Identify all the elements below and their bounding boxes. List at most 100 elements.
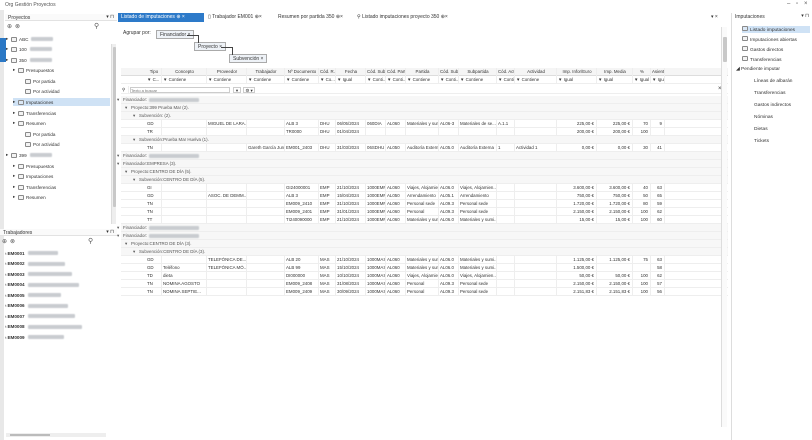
tab-trabajador[interactable]: ▯ Trabajador EM001 ⊕× bbox=[205, 13, 275, 22]
collapse-icon[interactable]: ▾ bbox=[133, 176, 135, 184]
menu-item[interactable]: Nóminas bbox=[754, 115, 773, 120]
filter-cell[interactable]: ▼ Contiene bbox=[459, 76, 497, 84]
workers-hscrollbar[interactable] bbox=[6, 433, 106, 437]
close-icon[interactable]: × bbox=[261, 56, 264, 62]
data-row[interactable]: TD dieta DI000000 MAS 10/10/2024 1000MAS AL060… bbox=[121, 272, 728, 280]
data-row[interactable]: TN NOMINA AGOSTO EM009_2408 MAS 31/08/2024 10… bbox=[121, 280, 728, 288]
column-header[interactable]: Trabajador bbox=[247, 68, 285, 76]
column-header[interactable]: Concepto bbox=[162, 68, 207, 76]
worker-item[interactable]: ♁ EM0008 bbox=[4, 323, 104, 331]
worker-item[interactable]: ♁ EM0003 bbox=[4, 270, 104, 278]
tree-node[interactable]: ▸ Imputaciones bbox=[13, 172, 110, 180]
worker-item[interactable]: ♁ EM0002 bbox=[4, 260, 104, 268]
column-header[interactable]: Imp. Media bbox=[597, 68, 633, 76]
filter-cell[interactable]: ▼ Contiene bbox=[247, 76, 285, 84]
tree-node[interactable]: Por actividad bbox=[20, 87, 110, 95]
expand-icon[interactable]: ⊕ bbox=[7, 23, 12, 30]
projects-scrollbar[interactable] bbox=[111, 44, 116, 224]
column-header[interactable]: % bbox=[633, 68, 651, 76]
menu-item[interactable]: Gastos directos bbox=[742, 46, 810, 53]
collapse-icon[interactable]: ▾ bbox=[133, 112, 135, 120]
collapse-icon[interactable]: ▾ bbox=[117, 152, 119, 160]
data-row[interactable]: TN EM009_2401 EMP 31/01/2024 1000EMP AL060 Per… bbox=[121, 208, 728, 216]
column-header[interactable]: Cód. Subv. bbox=[366, 68, 386, 76]
menu-group[interactable]: ◢ Pendiente imputar bbox=[736, 67, 780, 72]
column-header[interactable]: Subpartida bbox=[459, 68, 497, 76]
collapse-icon[interactable]: ▾ bbox=[125, 168, 127, 176]
pin-icon[interactable]: ▾ ⊓ bbox=[106, 14, 114, 20]
data-row[interactable]: GD MIGUEL DE LARA... ALB 3 DHU 06/05/2024 060… bbox=[121, 120, 728, 128]
menu-item[interactable]: Dietas bbox=[754, 127, 768, 132]
collapse-icon[interactable]: ⊗ bbox=[10, 238, 15, 245]
maximize-icon[interactable]: ▫ bbox=[796, 1, 798, 7]
group-row[interactable]: ▾ Financiador: bbox=[117, 152, 728, 160]
worker-item[interactable]: ♁ EM0009 bbox=[4, 333, 104, 341]
column-header[interactable]: Cód. Part... bbox=[386, 68, 406, 76]
tree-node[interactable]: ▸ Resumen bbox=[13, 193, 110, 201]
filter-cell[interactable]: ▼ Contiene bbox=[515, 76, 557, 84]
tree-node[interactable]: ▸ Imputaciones bbox=[13, 98, 110, 106]
column-header[interactable]: Nº Documento bbox=[285, 68, 319, 76]
tree-node[interactable]: ▸ Transferencias bbox=[13, 183, 110, 191]
filter-cell[interactable]: ▼ Conti... bbox=[386, 76, 406, 84]
column-header[interactable]: Cód. Acti... bbox=[497, 68, 515, 76]
filter-cell[interactable]: ▼ Igual bbox=[597, 76, 633, 84]
worker-item[interactable]: ♁ EM0004 bbox=[4, 281, 104, 289]
menu-item[interactable]: Líneas de albarán bbox=[754, 79, 792, 84]
column-header[interactable]: Fecha bbox=[336, 68, 366, 76]
group-row[interactable]: ▾ Proyecto:399 Prueba Mar (2). bbox=[121, 104, 728, 112]
grid-scrollbar[interactable] bbox=[721, 27, 727, 427]
tree-node[interactable]: ▸ Presupuestos bbox=[13, 66, 110, 74]
menu-item[interactable]: Listado imputaciones bbox=[742, 26, 810, 33]
collapse-icon[interactable]: ▾ bbox=[125, 104, 127, 112]
worker-item[interactable]: ♁ EM0001 bbox=[4, 249, 104, 257]
filter-cell[interactable]: ▼ Igual bbox=[336, 76, 366, 84]
group-row[interactable]: ▾ Financiador: bbox=[117, 96, 728, 104]
tree-node[interactable]: ▸ 350 bbox=[6, 56, 110, 64]
data-row[interactable]: GD Teléfono TELEFÓNICA MÓ... ALB 99 MAS 15/10… bbox=[121, 264, 728, 272]
options-button[interactable]: ⚙ ▾ bbox=[243, 87, 255, 93]
tree-node[interactable]: ▸ Presupuestos bbox=[13, 162, 110, 170]
search-input[interactable] bbox=[130, 87, 230, 93]
tree-node[interactable]: ▸ ABC bbox=[6, 35, 110, 43]
collapse-icon[interactable]: ▾ bbox=[117, 96, 119, 104]
tab-resumen-partida[interactable]: Resumen por partida 350 ⊕× bbox=[275, 13, 355, 22]
filter-cell[interactable]: ▼ Igual bbox=[557, 76, 597, 84]
tab-listado-imputaciones[interactable]: Listado de imputaciones ⊕ × bbox=[118, 13, 204, 22]
column-header[interactable]: Cód. R... bbox=[319, 68, 336, 76]
collapse-icon[interactable]: ▾ bbox=[125, 240, 127, 248]
filter-cell[interactable]: ▼ Igual bbox=[633, 76, 651, 84]
search-icon[interactable]: ⚲ bbox=[88, 237, 93, 245]
group-row[interactable]: ▾ Subvención:CENTRO DE DÍA (5). bbox=[121, 176, 728, 184]
tab-menu-icon[interactable]: ▾ × bbox=[708, 13, 726, 22]
filter-cell[interactable]: ▼ Contiene bbox=[406, 76, 439, 84]
menu-item[interactable]: Imputaciones abiertas bbox=[742, 36, 810, 43]
column-header[interactable]: Cód. Sub... bbox=[439, 68, 459, 76]
filter-cell[interactable]: ▼ Conti... bbox=[439, 76, 459, 84]
worker-item[interactable]: ♁ EM0006 bbox=[4, 302, 104, 310]
worker-item[interactable]: ♁ EM0005 bbox=[4, 291, 104, 299]
filter-cell[interactable]: ▼ Contiene bbox=[207, 76, 247, 84]
column-header[interactable]: Proveedor bbox=[207, 68, 247, 76]
tree-node[interactable]: Por partida bbox=[20, 130, 110, 138]
pin-icon[interactable]: ▾ ⊓ bbox=[106, 229, 114, 235]
tree-node[interactable]: ▸ Transferencias bbox=[13, 109, 110, 117]
close-icon[interactable]: × bbox=[182, 14, 185, 20]
filter-cell[interactable]: ▼ Conti... bbox=[497, 76, 515, 84]
close-icon[interactable]: ⊕× bbox=[336, 14, 343, 20]
collapse-icon[interactable]: ▾ bbox=[133, 136, 135, 144]
pin-icon[interactable]: ▾ ⊓ bbox=[801, 13, 809, 19]
data-row[interactable]: GD ASOC. DE DEMM... ALB 3 EMP 15/04/2024 1000… bbox=[121, 192, 728, 200]
filter-cell[interactable]: ▼ Conti... bbox=[366, 76, 386, 84]
data-row[interactable]: TN NOMINA SEPTIE... EM009_2409 MAS 30/09/202… bbox=[121, 288, 728, 296]
search-icon[interactable]: ⚲ bbox=[94, 22, 99, 30]
menu-item[interactable]: Tickets bbox=[754, 139, 769, 144]
filter-cell[interactable]: ▼ Igual bbox=[651, 76, 665, 84]
data-row[interactable]: TT TI240090000 EMP 21/10/2024 1000EMP AL060 Ma… bbox=[121, 216, 728, 224]
close-icon[interactable]: ⊕× bbox=[441, 14, 448, 20]
group-row[interactable]: ▾ Subvención:Prueba Mar Huelva (1). bbox=[121, 136, 728, 144]
data-row[interactable]: TR TR0000 DHU 01/04/2024 200,00 €200,00 €100 bbox=[121, 128, 728, 136]
filter-cell[interactable]: ▼ Contiene bbox=[285, 76, 319, 84]
group-row[interactable]: ▾ Financiador: bbox=[117, 224, 728, 232]
menu-item[interactable]: Transferencias bbox=[754, 91, 786, 96]
